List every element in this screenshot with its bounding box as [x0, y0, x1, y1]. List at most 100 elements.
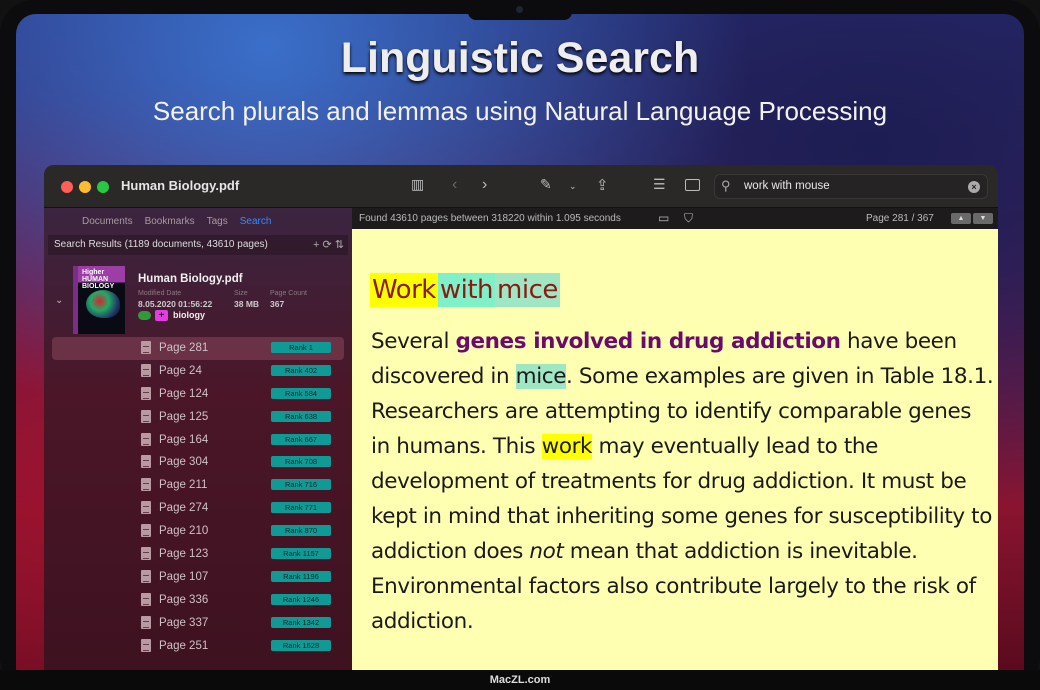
rank-badge: Rank 667 — [271, 433, 331, 445]
tab-bookmarks[interactable]: Bookmarks — [145, 216, 195, 227]
result-row[interactable]: Page 125 Rank 638 — [52, 406, 344, 429]
list-icon[interactable]: ☰ — [653, 176, 666, 193]
modified-date: 8.05.2020 01:56:22 — [138, 299, 213, 309]
highlighter-icon[interactable]: ✎ — [540, 176, 552, 193]
rank-badge: Rank 1342 — [271, 616, 331, 628]
result-row[interactable]: Page 251 Rank 1628 — [52, 635, 344, 658]
page-icon — [141, 638, 151, 652]
document-result[interactable]: ⌄ Higher HUMAN BIOLOGY Human Biology.pdf… — [44, 263, 352, 343]
clear-search-icon[interactable]: × — [968, 181, 980, 193]
window-title: Human Biology.pdf — [121, 178, 240, 193]
pdf-page: Work with mice Several genes involved in d… — [352, 229, 998, 670]
result-row[interactable]: Page 210 Rank 870 — [52, 520, 344, 543]
search-results-header: Search Results (1189 documents, 43610 pa… — [48, 235, 348, 255]
heading-word: mice — [495, 273, 560, 307]
result-row[interactable]: Page 164 Rank 667 — [52, 429, 344, 452]
page-icon — [141, 409, 151, 423]
count-label: Page Count — [270, 290, 307, 297]
result-page: Page 107 — [159, 570, 209, 583]
result-page: Page 336 — [159, 593, 209, 606]
disclosure-chevron-icon[interactable]: ⌄ — [55, 295, 63, 306]
rank-badge: Rank 1246 — [271, 593, 331, 605]
result-row[interactable]: Page 24 Rank 402 — [52, 360, 344, 383]
search-field[interactable]: ⚲ work with mouse × — [714, 174, 988, 199]
add-icon[interactable]: + — [313, 239, 319, 251]
tab-documents[interactable]: Documents — [82, 216, 133, 227]
rank-badge: Rank 638 — [271, 410, 331, 422]
title-bar: Human Biology.pdf ▥ ‹ › ✎ ⌄ ⇪ ☰ ⚲ work w… — [44, 165, 998, 208]
chevron-down-icon[interactable]: ⌄ — [569, 181, 577, 192]
bookmark-icon[interactable]: ⛉ — [684, 211, 693, 226]
result-row[interactable]: Page 281 Rank 1 — [52, 337, 344, 360]
tag-label: biology — [173, 310, 205, 320]
search-highlight: genes involved in drug addiction — [455, 329, 841, 354]
sidebar-tabs: Documents Bookmarks Tags Search — [82, 216, 271, 227]
result-page: Page 124 — [159, 387, 209, 400]
zoom-button[interactable] — [97, 181, 109, 193]
heading-word: with — [437, 273, 496, 307]
result-page: Page 210 — [159, 525, 209, 538]
size-label: Size — [234, 290, 248, 297]
search-input[interactable]: work with mouse — [744, 180, 830, 192]
single-page-icon[interactable] — [685, 179, 700, 191]
page-icon — [141, 363, 151, 377]
sidebar-icon[interactable]: ▥ — [411, 176, 424, 193]
page-icon — [141, 386, 151, 400]
watermark: MacZL.com — [0, 670, 1040, 690]
sort-icon[interactable]: ⇅ — [335, 239, 344, 251]
result-page: Page 24 — [159, 364, 202, 377]
page-icon — [141, 592, 151, 606]
page-heading: Work with mice — [370, 273, 560, 307]
page-icon — [141, 524, 151, 538]
page-icon — [141, 615, 151, 629]
app-window: Human Biology.pdf ▥ ‹ › ✎ ⌄ ⇪ ☰ ⚲ work w… — [44, 165, 998, 670]
result-row[interactable]: Page 337 Rank 1342 — [52, 612, 344, 635]
result-row[interactable]: Page 336 Rank 1246 — [52, 589, 344, 612]
result-row[interactable]: Page 124 Rank 584 — [52, 383, 344, 406]
close-button[interactable] — [61, 181, 73, 193]
folder-icon[interactable]: ▭ — [658, 211, 669, 225]
page-icon — [141, 501, 151, 515]
result-page: Page 281 — [159, 342, 209, 354]
text-segment: Several — [371, 329, 456, 354]
text-segment: not — [529, 539, 564, 564]
tab-search[interactable]: Search — [240, 216, 272, 227]
tab-tags[interactable]: Tags — [207, 216, 228, 227]
status-bar: Found 43610 pages between 318220 within … — [352, 208, 998, 229]
cloud-icon — [138, 311, 151, 320]
previous-result-button[interactable]: ▲ — [951, 213, 971, 224]
result-row[interactable]: Page 107 Rank 1196 — [52, 566, 344, 589]
page-body-text: Several genes involved in drug addiction… — [371, 324, 996, 639]
result-row[interactable]: Page 304 Rank 708 — [52, 451, 344, 474]
result-row[interactable]: Page 211 Rank 716 — [52, 474, 344, 497]
result-row[interactable]: Page 274 Rank 771 — [52, 497, 344, 520]
page-icon — [141, 341, 151, 354]
result-row[interactable]: Page 123 Rank 1157 — [52, 543, 344, 566]
share-icon[interactable]: ⇪ — [596, 176, 609, 194]
rank-badge: Rank 1196 — [271, 570, 331, 582]
promo-subheadline: Search plurals and lemmas using Natural … — [152, 96, 888, 126]
result-page: Page 337 — [159, 616, 209, 629]
back-icon[interactable]: ‹ — [452, 176, 457, 194]
rank-badge: Rank 771 — [271, 502, 331, 514]
minimize-button[interactable] — [79, 181, 91, 193]
page-indicator: Page 281 / 367 — [866, 213, 934, 224]
forward-icon[interactable]: › — [482, 176, 487, 194]
rank-badge: Rank 402 — [271, 364, 331, 376]
result-page: Page 125 — [159, 410, 209, 423]
next-result-button[interactable]: ▼ — [973, 213, 993, 224]
page-icon — [141, 478, 151, 492]
result-page: Page 211 — [159, 479, 208, 492]
rank-badge: Rank 1628 — [271, 639, 331, 651]
promo-headline: Linguistic Search — [340, 34, 700, 82]
rank-badge: Rank 1157 — [271, 548, 331, 560]
tag-add-icon[interactable]: + — [155, 310, 168, 321]
rank-badge: Rank 716 — [271, 479, 331, 491]
page-icon — [141, 432, 151, 446]
result-page: Page 251 — [159, 639, 209, 652]
result-page: Page 274 — [159, 502, 209, 515]
document-name: Human Biology.pdf — [138, 273, 243, 285]
page-icon — [141, 547, 151, 561]
rank-badge: Rank 708 — [271, 456, 331, 468]
refresh-icon[interactable]: ⟳ — [323, 239, 332, 251]
